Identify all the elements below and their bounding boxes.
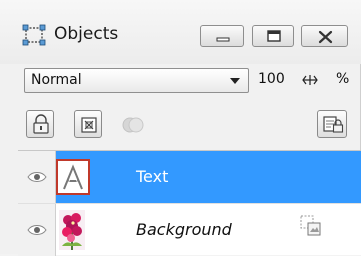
merge-button[interactable]	[118, 110, 146, 138]
objects-selection-icon	[22, 24, 46, 46]
panel-titlebar[interactable]: Objects	[0, 0, 361, 64]
maximize-icon	[267, 30, 281, 42]
flower-photo-thumbnail	[59, 210, 85, 250]
text-a-icon	[56, 159, 90, 195]
chevron-down-icon	[230, 78, 240, 84]
layer-list: Text Background	[18, 150, 361, 256]
lock-button[interactable]	[26, 110, 54, 138]
layer-row-body[interactable]	[56, 151, 361, 203]
object-properties-button[interactable]	[317, 110, 347, 138]
layer-name: Background	[136, 220, 232, 239]
opacity-percent-label: %	[336, 71, 350, 87]
mask-icon	[81, 117, 97, 133]
layer-row-text[interactable]: Text	[18, 151, 361, 203]
layer-name: Text	[136, 167, 169, 186]
minimize-button[interactable]	[200, 25, 244, 47]
merge-icon	[122, 117, 144, 133]
opacity-input[interactable]: 100	[254, 68, 329, 93]
image-object-icon	[300, 215, 322, 237]
object-properties-icon	[323, 116, 344, 133]
opacity-value: 100	[258, 71, 285, 87]
eye-icon	[27, 172, 47, 182]
panel-title: Objects	[54, 24, 119, 44]
opacity-stepper-icon[interactable]	[302, 72, 318, 88]
close-button[interactable]	[301, 25, 348, 47]
blend-mode-select[interactable]: Normal	[24, 68, 249, 93]
visibility-toggle[interactable]	[18, 151, 56, 203]
eye-icon	[27, 225, 47, 235]
mask-button[interactable]	[74, 110, 102, 138]
maximize-button[interactable]	[252, 25, 294, 47]
visibility-toggle[interactable]	[18, 204, 56, 256]
objects-panel: Objects Normal 100 % Text Background	[0, 0, 361, 256]
lock-icon	[33, 114, 49, 134]
minimize-icon	[216, 37, 230, 42]
close-icon	[318, 30, 333, 44]
blend-mode-value: Normal	[31, 72, 82, 88]
